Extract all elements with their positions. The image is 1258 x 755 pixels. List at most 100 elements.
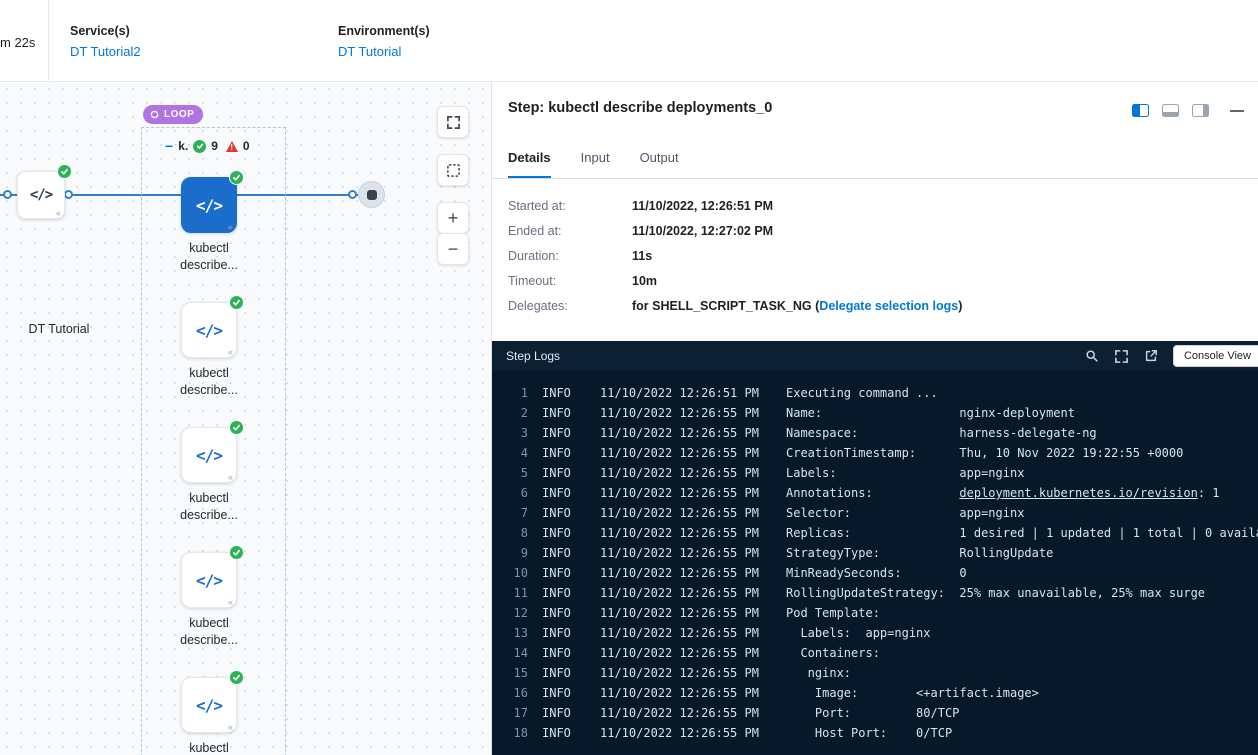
header-divider (48, 0, 49, 82)
log-timestamp: 11/10/2022 12:26:55 PM (600, 663, 764, 683)
node-sub-icon: « (228, 722, 233, 732)
log-timestamp: 11/10/2022 12:26:55 PM (600, 523, 764, 543)
group-name: k. (178, 139, 188, 153)
log-level: INFO (542, 463, 578, 483)
log-line: 3INFO11/10/2022 12:26:55 PMNamespace: ha… (504, 423, 1258, 443)
connector-dot (64, 190, 73, 199)
log-message: Executing command ... (786, 383, 938, 403)
log-line: 16INFO11/10/2022 12:26:55 PM Image: <+ar… (504, 683, 1258, 703)
loop-badge: LOOP (143, 105, 203, 124)
loop-end-node[interactable] (358, 181, 385, 208)
log-line: 13INFO11/10/2022 12:26:55 PM Labels: app… (504, 623, 1258, 643)
expand-logs-button[interactable] (1114, 349, 1129, 364)
step-node-kubectl-describe[interactable]: </>« (181, 177, 237, 233)
step-node-kubectl-describe[interactable]: </>« (181, 302, 237, 358)
step-logs-title: Step Logs (506, 349, 560, 363)
step-node-label: kubectl describe... (164, 240, 254, 274)
minimize-icon[interactable] (1230, 110, 1244, 112)
log-level: INFO (542, 523, 578, 543)
log-timestamp: 11/10/2022 12:26:55 PM (600, 583, 764, 603)
service-value-link[interactable]: DT Tutorial2 (70, 44, 141, 59)
node-sub-icon: « (228, 347, 233, 357)
log-timestamp: 11/10/2022 12:26:55 PM (600, 543, 764, 563)
environment-value-link[interactable]: DT Tutorial (338, 44, 430, 59)
connector-dot (3, 190, 12, 199)
code-icon: </> (196, 446, 222, 465)
step-node-label: kubectl describe... (164, 740, 254, 755)
detail-label: Ended at: (508, 224, 632, 239)
search-logs-button[interactable] (1085, 349, 1099, 363)
tab-details[interactable]: Details (508, 150, 551, 178)
log-line-number: 8 (504, 523, 528, 543)
split-view-bottom-icon[interactable] (1162, 104, 1179, 117)
step-node-label: kubectl describe... (164, 365, 254, 399)
step-details-panel: Step: kubectl describe deployments_0 Det… (492, 82, 1258, 755)
detail-value: for SHELL_SCRIPT_TASK_NG (Delegate selec… (632, 299, 962, 314)
step-logs-header: Step Logs Console View (492, 341, 1258, 371)
log-line-number: 10 (504, 563, 528, 583)
log-message: Labels: app=nginx (786, 463, 1024, 483)
node-sub-icon: « (228, 597, 233, 607)
log-message: Pod Template: (786, 603, 880, 623)
log-level: INFO (542, 623, 578, 643)
detail-value: 10m (632, 274, 657, 289)
warning-icon (226, 141, 238, 152)
log-message: Replicas: 1 desired | 1 updated | 1 tota… (786, 523, 1258, 543)
zoom-out-button[interactable]: − (437, 233, 469, 265)
log-line-number: 11 (504, 583, 528, 603)
log-line-number: 14 (504, 643, 528, 663)
log-line: 14INFO11/10/2022 12:26:55 PM Containers: (504, 643, 1258, 663)
pipeline-graph[interactable]: </> « DT Tutorial LOOP − k. 9 0 + − </> «… (0, 82, 492, 755)
node-sub-icon: « (228, 472, 233, 482)
detail-value: 11s (632, 249, 652, 264)
log-message: Containers: (786, 643, 880, 663)
detail-row-delegates: Delegates: for SHELL_SCRIPT_TASK_NG (Del… (492, 299, 1258, 314)
loop-group-header: − k. 9 0 (165, 139, 250, 153)
log-line: 15INFO11/10/2022 12:26:55 PM nginx: (504, 663, 1258, 683)
log-line-number: 2 (504, 403, 528, 423)
code-icon: </> (196, 196, 222, 215)
split-view-right-icon[interactable] (1192, 104, 1209, 117)
tab-output[interactable]: Output (640, 150, 679, 178)
log-line: 18INFO11/10/2022 12:26:55 PM Host Port: … (504, 723, 1258, 743)
fullscreen-button[interactable] (437, 106, 469, 138)
selection-tool-button[interactable] (437, 154, 469, 186)
console-view-button[interactable]: Console View (1173, 345, 1258, 367)
log-timestamp: 11/10/2022 12:26:55 PM (600, 723, 764, 743)
step-node-kubectl-describe[interactable]: </> « (181, 427, 237, 483)
log-line: 5 INFO 11/10/2022 12:26:55 PM Labels: app=n… (504, 463, 1258, 483)
log-level: INFO (542, 503, 578, 523)
step-node-kubectl-describe[interactable]: </>« (181, 552, 237, 608)
delegate-selection-logs-link[interactable]: Delegate selection logs (819, 299, 958, 313)
log-body[interactable]: 1INFO11/10/2022 12:26:51 PMExecuting com… (492, 371, 1258, 755)
log-message-link[interactable]: deployment.kubernetes.io/revision (959, 486, 1197, 500)
step-node-kubectl-describe[interactable]: </>« (181, 677, 237, 733)
detail-row: Ended at:11/10/2022, 12:27:02 PM (492, 224, 1258, 239)
split-view-left-icon[interactable] (1132, 104, 1149, 117)
stage-node-dt-tutorial[interactable]: </> « DT Tutorial (17, 171, 65, 219)
tab-input[interactable]: Input (581, 150, 610, 178)
detail-label: Timeout: (508, 274, 632, 289)
zoom-in-button[interactable]: + (437, 202, 469, 234)
open-in-new-icon[interactable] (1144, 349, 1158, 363)
log-line-number: 5 (504, 463, 528, 483)
success-check-icon (229, 420, 244, 435)
log-level: INFO (542, 543, 578, 563)
collapse-minus-icon[interactable]: − (165, 140, 173, 152)
log-message: CreationTimestamp: Thu, 10 Nov 2022 19:2… (786, 443, 1183, 463)
log-line: 12INFO11/10/2022 12:26:55 PMPod Template… (504, 603, 1258, 623)
log-line-number: 15 (504, 663, 528, 683)
step-logs-section: Step Logs Console View 1INFO11/10/2022 1… (492, 341, 1258, 755)
log-timestamp: 11/10/2022 12:26:55 PM (600, 463, 764, 483)
delegates-value-pre: for SHELL_SCRIPT_TASK_NG ( (632, 299, 819, 313)
step-node-label: kubectl describe... (164, 615, 254, 649)
log-line-number: 7 (504, 503, 528, 523)
delegates-value-post: ) (958, 299, 962, 313)
log-message: MinReadySeconds: 0 (786, 563, 967, 583)
log-line: 9INFO11/10/2022 12:26:55 PMStrategyType:… (504, 543, 1258, 563)
detail-value: 11/10/2022, 12:27:02 PM (632, 224, 773, 239)
details-section: Started at:11/10/2022, 12:26:51 PMEnded … (492, 179, 1258, 341)
detail-row: Timeout:10m (492, 274, 1258, 289)
log-message: RollingUpdateStrategy: 25% max unavailab… (786, 583, 1205, 603)
success-check-icon (229, 545, 244, 560)
